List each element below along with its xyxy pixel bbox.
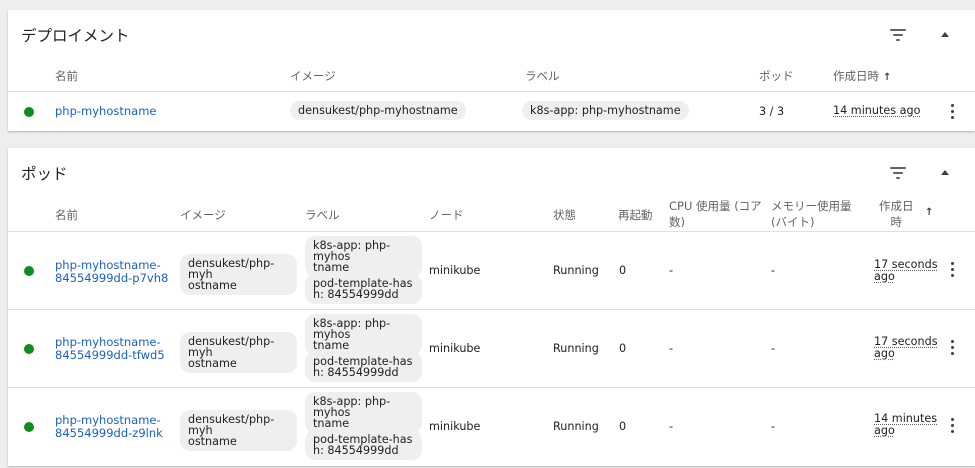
node-name: minikube: [429, 420, 481, 433]
image-chip: densukest/php-myh ostname: [180, 332, 297, 373]
image-chip: densukest/php-myhostname: [290, 101, 466, 120]
pod-status: Running: [553, 420, 599, 433]
pod-status: Running: [553, 264, 599, 277]
created-time-line2: ago: [874, 424, 895, 437]
sort-ascending-icon[interactable]: ↑: [883, 70, 891, 86]
pod-status: Running: [553, 342, 599, 355]
pods-title: ポッド: [21, 165, 68, 183]
pods-card: ポッド 名前 イメージ ラベル ノード 状態 再起動 CPU 使用量 (コア 数…: [8, 148, 975, 466]
pods-count: 3 / 3: [759, 105, 785, 118]
image-chip-line2: ostname: [188, 279, 237, 292]
created-time[interactable]: 14 minutes ago: [833, 105, 920, 117]
created-time[interactable]: 17 seconds ago: [874, 259, 938, 283]
cpu-usage: -: [669, 264, 674, 277]
pod-name-line2: 84554999dd-p7vh8: [55, 271, 169, 285]
col-header-cpu: CPU 使用量 (コア 数): [669, 198, 762, 230]
more-vert-icon[interactable]: [951, 262, 955, 278]
col-header-memory: メモリー使用量 (バイト): [771, 198, 852, 230]
collapse-icon[interactable]: [941, 170, 949, 175]
restart-count: 0: [619, 420, 627, 433]
label-chip-line1: k8s-app: php-myhos: [313, 395, 391, 419]
status-ok-icon: [24, 266, 34, 276]
col-header-cpu-line2: 数): [669, 215, 685, 229]
col-header-status[interactable]: 状態: [553, 207, 576, 223]
col-header-created-line2: 時: [890, 215, 903, 229]
label-chip: pod-template-has h: 84554999dd: [305, 274, 422, 304]
cpu-usage: -: [669, 420, 674, 433]
deployments-title: デプロイメント: [21, 27, 130, 45]
col-header-name[interactable]: 名前: [55, 207, 78, 223]
col-header-labels: ラベル: [305, 208, 340, 222]
col-header-cpu-line1: CPU 使用量 (コア: [669, 199, 762, 213]
col-header-created-line1: 作成日: [879, 199, 914, 213]
filter-icon[interactable]: [890, 29, 908, 43]
pod-name-link[interactable]: php-myhostname- 84554999dd-z9lnk: [55, 414, 163, 440]
pod-name-line2: 84554999dd-z9lnk: [55, 426, 163, 440]
image-chip-line1: densukest/php-myh: [188, 335, 275, 359]
col-header-memory-line2: (バイト): [771, 215, 815, 229]
image-chip-line2: ostname: [188, 357, 237, 370]
label-chip-line2: tname: [313, 261, 350, 274]
label-chip: k8s-app: php-myhos tname: [305, 314, 422, 355]
label-chip: pod-template-has h: 84554999dd: [305, 430, 422, 460]
node-name: minikube: [429, 342, 481, 355]
label-chip-line1: k8s-app: php-myhos: [313, 317, 391, 341]
header-divider: [8, 91, 975, 92]
deployments-card: デプロイメント 名前 イメージ ラベル ポッド 作成日時 ↑ php-myhost…: [8, 10, 975, 131]
image-chip: densukest/php-myh ostname: [180, 254, 297, 295]
col-header-memory-line1: メモリー使用量: [771, 199, 852, 213]
col-header-image: イメージ: [180, 208, 226, 222]
label-chip: pod-template-has h: 84554999dd: [305, 352, 422, 382]
deployment-name-link[interactable]: php-myhostname: [55, 105, 156, 118]
status-ok-icon: [24, 422, 34, 432]
label-chip-line2: tname: [313, 339, 350, 352]
cpu-usage: -: [669, 342, 674, 355]
row-divider: [8, 309, 975, 310]
sort-ascending-icon[interactable]: ↑: [925, 207, 933, 218]
image-chip-line2: ostname: [188, 435, 237, 448]
more-vert-icon[interactable]: [951, 418, 955, 434]
restart-count: 0: [619, 264, 627, 277]
label-chip-line2: h: 84554999dd: [313, 288, 399, 301]
row-divider: [8, 387, 975, 388]
label-chip: k8s-app: php-myhos tname: [305, 392, 422, 433]
image-chip-line1: densukest/php-myh: [188, 257, 275, 281]
col-header-created[interactable]: 作成日 時: [879, 198, 914, 230]
col-header-created[interactable]: 作成日時 ↑: [833, 68, 891, 86]
label-chip: k8s-app: php-myhos tname: [305, 236, 422, 277]
restart-count: 0: [619, 342, 627, 355]
pod-name-line2: 84554999dd-tfwd5: [55, 348, 165, 362]
label-chip: k8s-app: php-myhostname: [522, 101, 689, 120]
memory-usage: -: [771, 342, 776, 355]
label-chip-line1: k8s-app: php-myhos: [313, 239, 391, 263]
image-chip: densukest/php-myh ostname: [180, 410, 297, 451]
label-chip-line2: h: 84554999dd: [313, 444, 399, 457]
label-chip-line2: tname: [313, 417, 350, 430]
more-vert-icon[interactable]: [951, 340, 955, 356]
col-header-created-label: 作成日時: [833, 69, 879, 83]
node-name: minikube: [429, 264, 481, 277]
header-divider: [8, 231, 975, 232]
status-ok-icon: [24, 344, 34, 354]
created-time-line2: ago: [874, 270, 895, 283]
col-header-name[interactable]: 名前: [55, 68, 78, 84]
pod-name-link[interactable]: php-myhostname- 84554999dd-p7vh8: [55, 259, 168, 285]
collapse-icon[interactable]: [941, 32, 949, 37]
filter-icon[interactable]: [890, 167, 908, 181]
col-header-node[interactable]: ノード: [429, 207, 464, 223]
col-header-pods: ポッド: [759, 69, 794, 83]
created-time[interactable]: 14 minutes ago: [874, 413, 937, 437]
col-header-restarts[interactable]: 再起動: [618, 207, 653, 223]
created-time-line2: ago: [874, 347, 895, 360]
col-header-labels: ラベル: [525, 69, 560, 83]
image-chip-line1: densukest/php-myh: [188, 413, 275, 437]
memory-usage: -: [771, 264, 776, 277]
pod-name-link[interactable]: php-myhostname- 84554999dd-tfwd5: [55, 336, 165, 362]
label-chip-line2: h: 84554999dd: [313, 366, 399, 379]
col-header-image: イメージ: [290, 69, 336, 83]
more-vert-icon[interactable]: [951, 104, 955, 120]
memory-usage: -: [771, 420, 776, 433]
status-ok-icon: [24, 107, 34, 117]
created-time[interactable]: 17 seconds ago: [874, 336, 938, 360]
